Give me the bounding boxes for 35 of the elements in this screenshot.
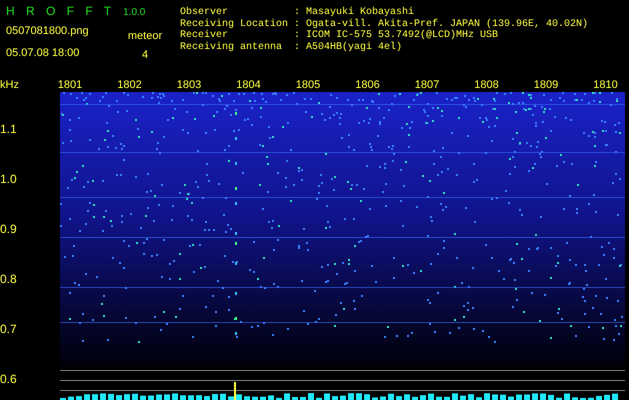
frequency-label: 0.6 (0, 372, 17, 386)
meteor-label: meteor (128, 29, 162, 44)
time-label: 1802 (116, 78, 143, 92)
time-label: 1804 (235, 78, 262, 92)
time-label: 1803 (176, 78, 202, 92)
info-label: Receiver (180, 30, 230, 42)
meteor-count: 4 (142, 48, 148, 62)
info-separator: : (294, 7, 302, 18)
date-time: 05.07.08 18:00 (6, 46, 80, 60)
info-label: Observer (180, 7, 230, 18)
frequency-label: 0.8 (0, 272, 17, 286)
time-label: 1805 (294, 78, 322, 92)
info-separator: : (294, 42, 302, 53)
time-label: 1810 (592, 78, 619, 92)
info-value: A504HB(yagi 4el) (306, 42, 402, 53)
time-label: 1807 (414, 78, 440, 92)
info-value: ICOM IC-575 53.7492(@LCD)MHz USB (306, 30, 498, 42)
axis-unit: kHz (0, 78, 20, 92)
info-separator: : (294, 18, 302, 30)
info-separator: : (294, 30, 302, 42)
time-label: 1809 (532, 78, 560, 92)
file-name: 0507081800.png (6, 24, 90, 38)
frequency-label: 0.7 (0, 322, 17, 336)
version-label: 1.0.0 (123, 6, 146, 20)
info-value: Masayuki Kobayashi (306, 7, 414, 18)
info-label: Receiving Location (180, 18, 290, 30)
frequency-label: 1.0 (0, 172, 17, 186)
time-label: 1806 (354, 78, 381, 92)
frequency-label: 0.9 (0, 222, 17, 236)
frequency-label: 1.1 (0, 122, 17, 136)
time-label: 1808 (473, 78, 500, 92)
app-title: H R O F F T (6, 3, 116, 20)
time-label: 1801 (56, 78, 84, 92)
info-label: Receiving antenna (180, 42, 284, 53)
info-value: Ogata-vill. Akita-Pref. JAPAN (139.96E, 40.02N) (306, 18, 588, 30)
